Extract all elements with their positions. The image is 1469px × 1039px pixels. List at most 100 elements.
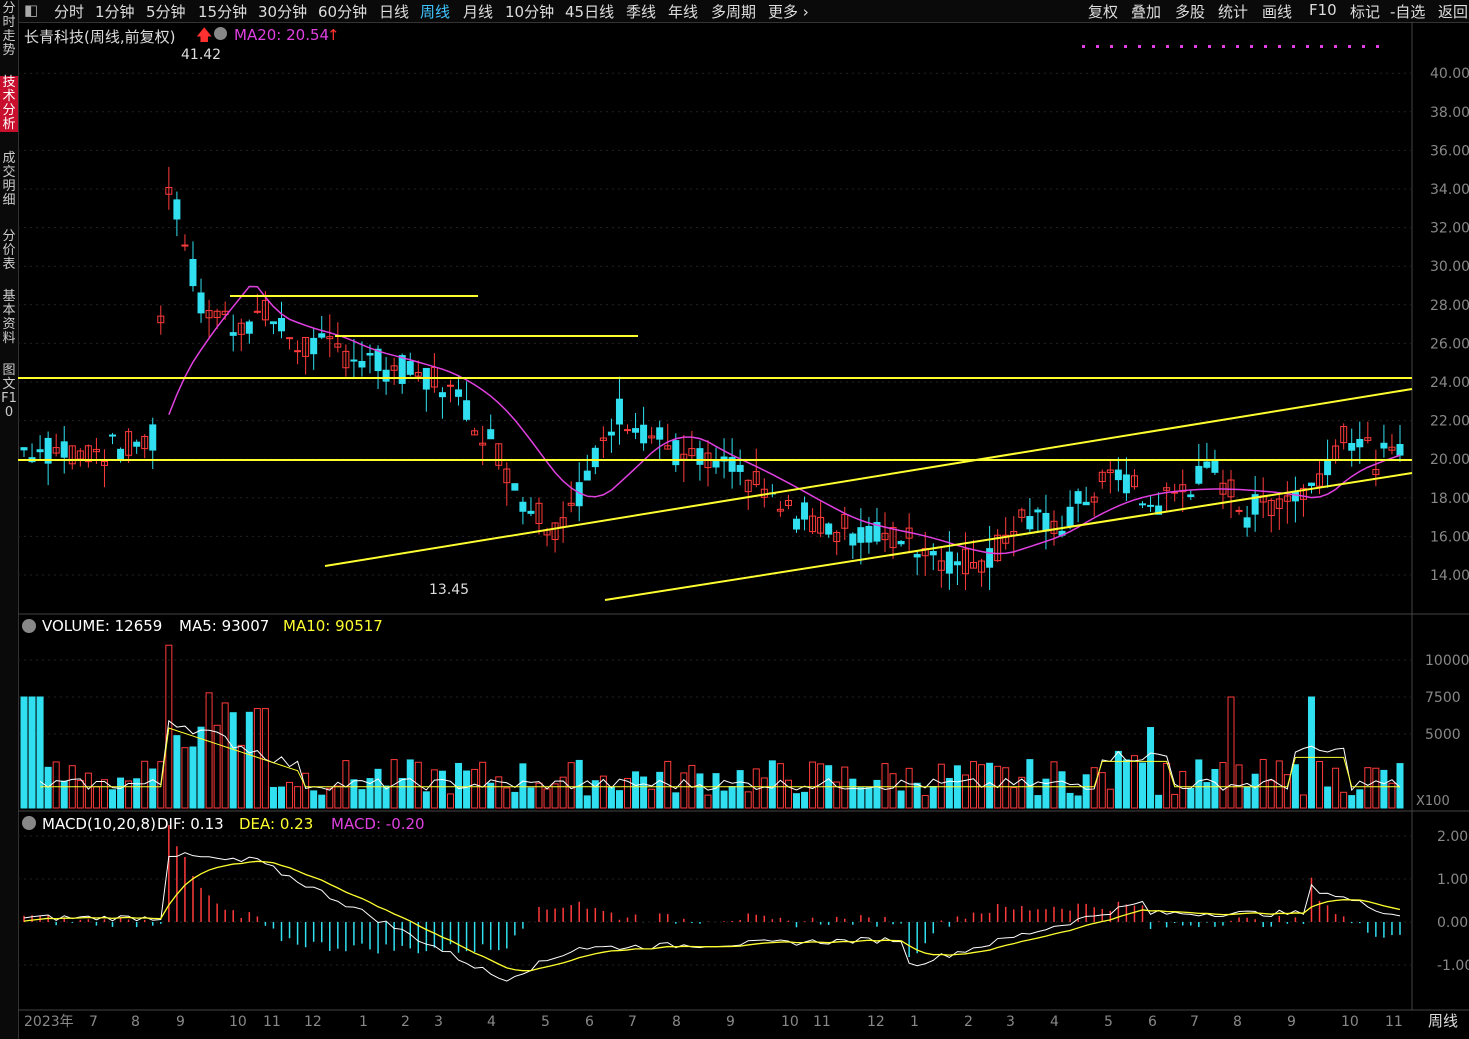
volume-bar <box>776 763 784 809</box>
dot-marker <box>1334 45 1337 48</box>
volume-bar <box>20 696 28 809</box>
volume-bar <box>237 744 245 809</box>
candle-body <box>374 348 382 372</box>
candle-body <box>1066 506 1074 527</box>
volume-bar <box>680 772 688 809</box>
dot-marker <box>1222 45 1225 48</box>
price-tick: 26.00 <box>1430 336 1469 352</box>
x-tick: 10 <box>1341 1014 1359 1030</box>
volume-bar <box>1018 776 1026 809</box>
x-tick: 11 <box>813 1014 831 1030</box>
volume-bar <box>1034 795 1042 809</box>
macd-dif: DIF: 0.13 <box>157 815 224 833</box>
volume-bar <box>1130 755 1138 809</box>
x-tick: 2 <box>964 1014 973 1030</box>
candle-body <box>406 360 414 375</box>
x-tick: 2023年 <box>24 1014 74 1030</box>
dot-marker <box>1208 45 1211 48</box>
volume-bar <box>302 772 310 809</box>
candle-body <box>133 441 141 447</box>
volume-bar <box>430 769 438 809</box>
macd-tick: 1.00 <box>1437 872 1468 888</box>
volume-bar <box>784 779 792 809</box>
candle-body <box>1074 491 1082 504</box>
volume-bar <box>1139 762 1147 809</box>
candle-body <box>1034 509 1042 513</box>
volume-bar <box>326 787 334 809</box>
price-tick: 32.00 <box>1430 221 1469 237</box>
volume-bar <box>1066 792 1074 809</box>
dot-marker <box>1376 45 1379 48</box>
volume-bar <box>543 788 551 809</box>
x-tick: 9 <box>726 1014 735 1030</box>
volume-bar <box>1380 769 1388 809</box>
macd-dea: DEA: 0.23 <box>239 815 314 833</box>
x-tick: 6 <box>1148 1014 1157 1030</box>
volume-bar <box>269 786 277 809</box>
x-tick: 11 <box>1385 1014 1403 1030</box>
dot-marker <box>1194 45 1197 48</box>
volume-bar <box>133 778 141 809</box>
volume-bar <box>511 791 519 809</box>
volume-bar <box>165 644 173 809</box>
candle-body <box>1235 509 1243 512</box>
macd-dif-line <box>23 852 1401 982</box>
volume-bar <box>310 790 318 809</box>
volume-bar <box>1147 727 1155 809</box>
volume-bar <box>744 791 752 809</box>
volume-bar <box>342 760 350 809</box>
candle-body <box>583 470 591 481</box>
volume-bar <box>849 778 857 809</box>
x-tick: 10 <box>781 1014 799 1030</box>
volume-bar <box>640 776 648 809</box>
volume-bar <box>229 712 237 809</box>
volume-ma5: MA5: 93007 <box>179 617 270 635</box>
candle-body <box>229 332 237 336</box>
volume-bar <box>527 787 535 809</box>
candle-body <box>446 384 454 387</box>
volume-bar <box>1114 750 1122 809</box>
price-tick: 30.00 <box>1430 259 1469 275</box>
volume-bar <box>205 692 213 809</box>
volume-bar <box>583 795 591 809</box>
volume-bar <box>672 792 680 809</box>
volume-bar <box>873 779 881 809</box>
candle-body <box>591 447 599 468</box>
kline-chart[interactable]: 40.0038.0036.0034.0032.0030.0028.0026.00… <box>0 0 1469 1039</box>
x-tick: 6 <box>585 1014 594 1030</box>
toggle-circle-icon[interactable] <box>214 27 227 40</box>
volume-bar <box>736 770 744 809</box>
volume-bar <box>1291 764 1299 809</box>
volume-bar <box>36 696 44 809</box>
macd-toggle-icon[interactable] <box>22 816 36 830</box>
volume-bar <box>1058 771 1066 809</box>
price-tick: 14.00 <box>1430 568 1469 584</box>
volume-bar <box>100 779 108 809</box>
candle-body <box>897 541 905 545</box>
price-tick: 22.00 <box>1430 414 1469 430</box>
candle-body <box>382 369 390 382</box>
price-tick: 34.00 <box>1430 182 1469 198</box>
volume-bar <box>1171 793 1179 809</box>
volume-bar <box>1082 774 1090 809</box>
candle-body <box>825 523 833 535</box>
volume-bar <box>92 786 100 809</box>
candle-body <box>696 448 704 465</box>
candle-body <box>350 359 358 362</box>
macd-value: MACD: -0.20 <box>331 815 425 833</box>
volume-bar <box>559 776 567 809</box>
volume-toggle-icon[interactable] <box>22 619 36 633</box>
volume-bar <box>422 791 430 809</box>
candle-body <box>1195 465 1203 484</box>
volume-label: VOLUME: 12659 <box>42 617 163 635</box>
volume-bar <box>1219 762 1227 809</box>
volume-bar <box>728 786 736 809</box>
candle-body <box>286 337 294 340</box>
volume-bar <box>857 787 865 809</box>
volume-bar <box>261 708 269 809</box>
dot-marker <box>1152 45 1155 48</box>
volume-bar <box>551 783 559 809</box>
candle-body <box>310 337 318 355</box>
dot-marker <box>1138 45 1141 48</box>
candle-body <box>953 561 961 566</box>
